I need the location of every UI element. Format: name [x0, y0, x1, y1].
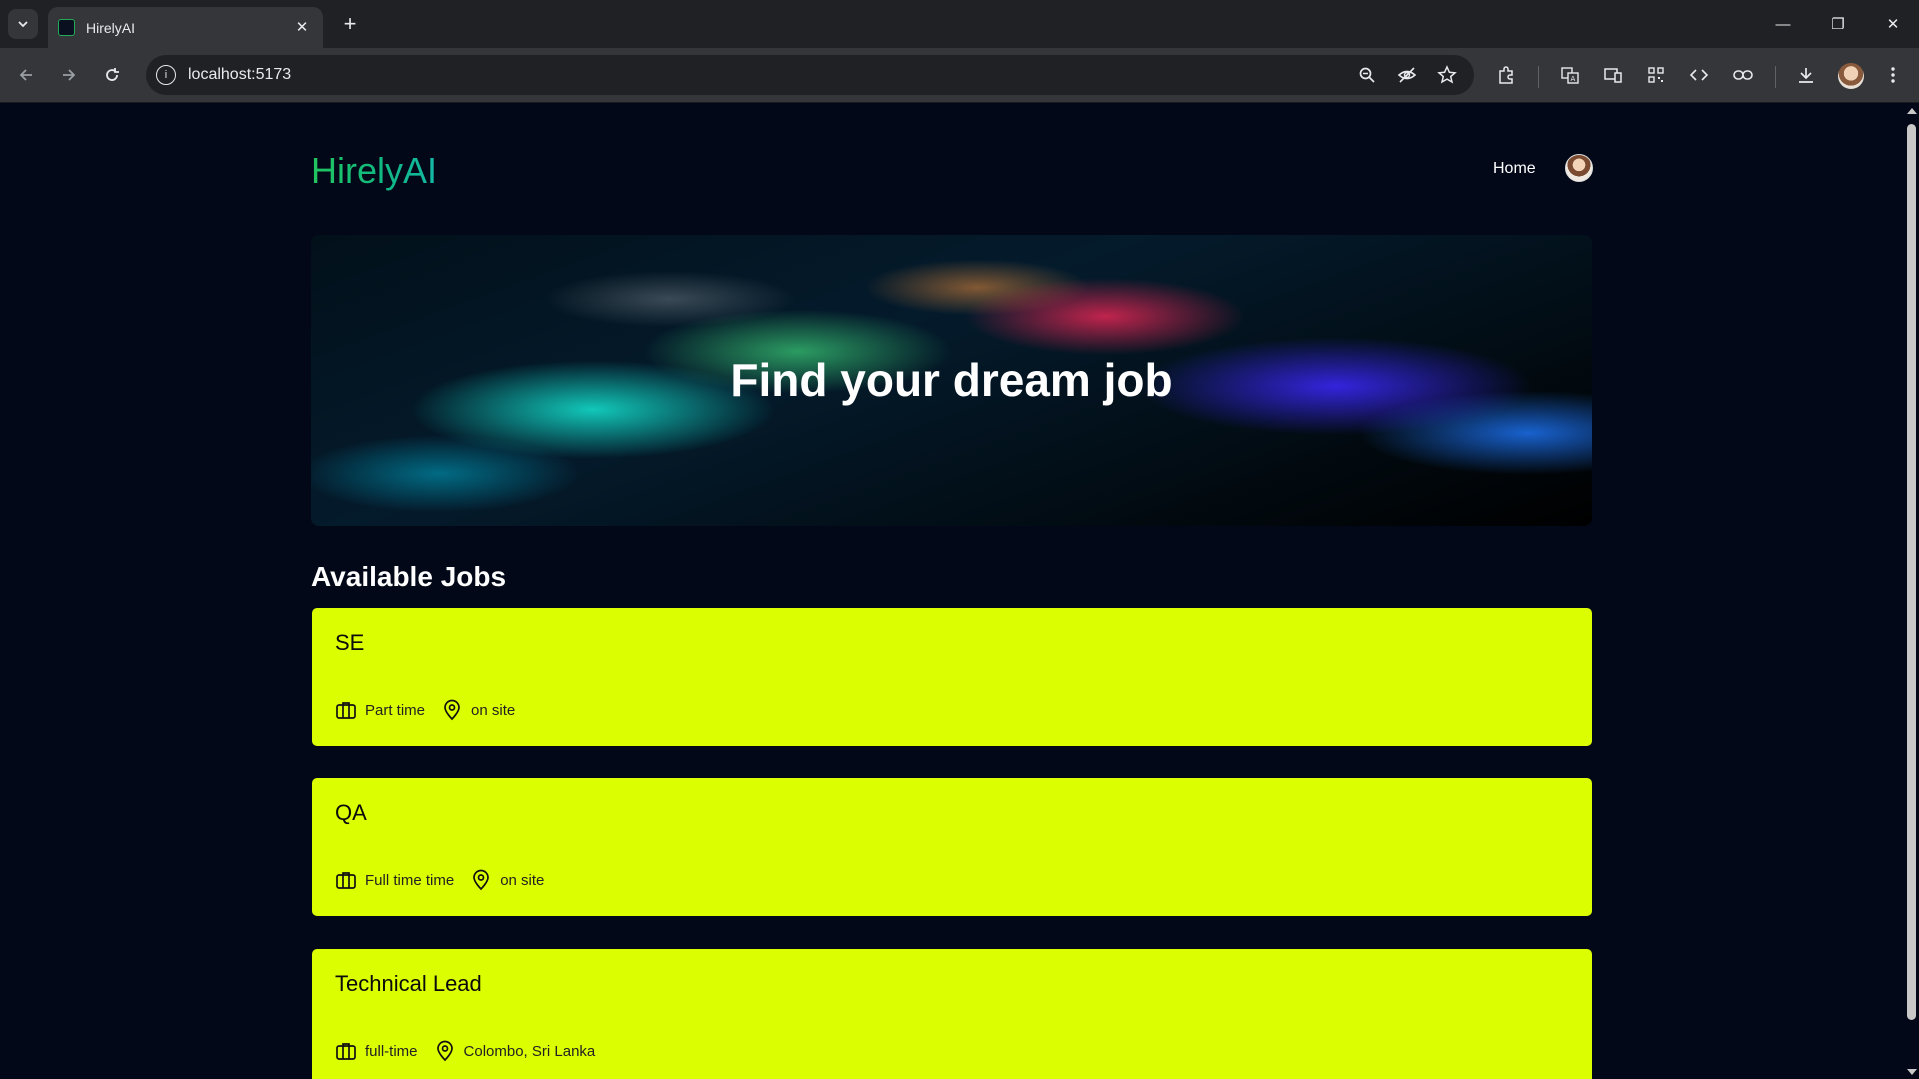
- page-content: HirelyAI Home Find your dream job Availa…: [0, 104, 1904, 1079]
- browser-tab[interactable]: HirelyAI ✕: [48, 7, 323, 48]
- minimize-button[interactable]: —: [1771, 12, 1795, 36]
- link-icon[interactable]: [1730, 62, 1756, 88]
- available-jobs-heading: Available Jobs: [311, 561, 507, 592]
- more-options-icon[interactable]: [1880, 62, 1906, 88]
- brand-logo[interactable]: HirelyAI: [311, 150, 437, 192]
- chevron-down-icon: [18, 21, 28, 28]
- map-pin-icon: [441, 699, 463, 721]
- job-meta: Full time time on site: [335, 869, 560, 891]
- star-icon[interactable]: [1436, 64, 1458, 86]
- job-meta: Part time on site: [335, 699, 531, 721]
- address-bar[interactable]: i localhost:5173: [146, 55, 1474, 95]
- job-type: full-time: [335, 1040, 418, 1062]
- close-window-button[interactable]: ✕: [1881, 12, 1905, 36]
- job-card[interactable]: SE Part time on site: [312, 608, 1592, 746]
- qr-code-icon[interactable]: [1643, 62, 1669, 88]
- job-type: Full time time: [335, 869, 454, 891]
- job-meta: full-time Colombo, Sri Lanka: [335, 1040, 611, 1062]
- svg-text:A: A: [1571, 75, 1576, 83]
- tab-search-button[interactable]: [8, 9, 38, 39]
- map-pin-icon: [434, 1040, 456, 1062]
- restore-button[interactable]: ❐: [1826, 12, 1850, 36]
- briefcase-icon: [335, 699, 357, 721]
- job-type: Part time: [335, 699, 425, 721]
- favicon-icon: [58, 19, 75, 36]
- map-pin-icon: [470, 869, 492, 891]
- job-type-label: Part time: [365, 701, 426, 719]
- eye-off-icon[interactable]: [1396, 64, 1418, 86]
- arrow-right-icon: [63, 69, 76, 81]
- scroll-down-arrow-icon[interactable]: [1907, 1069, 1917, 1075]
- browser-toolbar: i localhost:5173 A: [0, 48, 1919, 103]
- browser-tab-bar: HirelyAI ✕ + — ❐ ✕: [0, 0, 1919, 48]
- back-button[interactable]: [12, 61, 40, 89]
- toolbar-divider: [1538, 66, 1539, 88]
- translate-icon[interactable]: A: [1557, 62, 1583, 88]
- scroll-up-arrow-icon[interactable]: [1907, 108, 1917, 114]
- job-type-label: full-time: [365, 1042, 418, 1060]
- site-info-icon[interactable]: i: [156, 65, 176, 85]
- job-location-label: on site: [500, 871, 545, 889]
- close-tab-icon[interactable]: ✕: [291, 16, 313, 38]
- job-location: on site: [470, 869, 544, 891]
- tab-title: HirelyAI: [86, 20, 136, 36]
- job-card[interactable]: Technical Lead full-time Colombo, Sri La…: [312, 949, 1592, 1079]
- reload-icon: [106, 68, 119, 81]
- url-text[interactable]: localhost:5173: [188, 66, 291, 84]
- hero-title: Find your dream job: [730, 354, 1173, 406]
- job-title: QA: [335, 800, 367, 825]
- page-scrollbar[interactable]: [1904, 104, 1919, 1079]
- job-location-label: Colombo, Sri Lanka: [463, 1042, 596, 1060]
- job-location-label: on site: [471, 701, 516, 719]
- arrow-left-icon: [19, 69, 32, 81]
- nav-home-link[interactable]: Home: [1493, 160, 1536, 178]
- devices-icon[interactable]: [1600, 62, 1626, 88]
- toolbar-divider: [1775, 66, 1776, 88]
- user-avatar[interactable]: [1565, 154, 1593, 182]
- reload-button[interactable]: [98, 61, 126, 89]
- scrollbar-thumb[interactable]: [1907, 124, 1916, 1020]
- job-title: Technical Lead: [335, 971, 482, 996]
- browser-profile-avatar[interactable]: [1838, 63, 1864, 89]
- job-card[interactable]: QA Full time time on site: [312, 778, 1592, 916]
- briefcase-icon: [335, 869, 357, 891]
- new-tab-button[interactable]: +: [336, 10, 364, 38]
- code-icon[interactable]: [1686, 62, 1712, 88]
- hero-banner: Find your dream job: [311, 235, 1592, 526]
- zoom-icon[interactable]: [1356, 64, 1378, 86]
- forward-button[interactable]: [55, 61, 83, 89]
- briefcase-icon: [335, 1040, 357, 1062]
- job-location: Colombo, Sri Lanka: [434, 1040, 596, 1062]
- extensions-icon[interactable]: [1493, 62, 1519, 88]
- job-title: SE: [335, 630, 365, 655]
- job-location: on site: [441, 699, 515, 721]
- download-icon[interactable]: [1793, 62, 1819, 88]
- job-type-label: Full time time: [365, 871, 455, 889]
